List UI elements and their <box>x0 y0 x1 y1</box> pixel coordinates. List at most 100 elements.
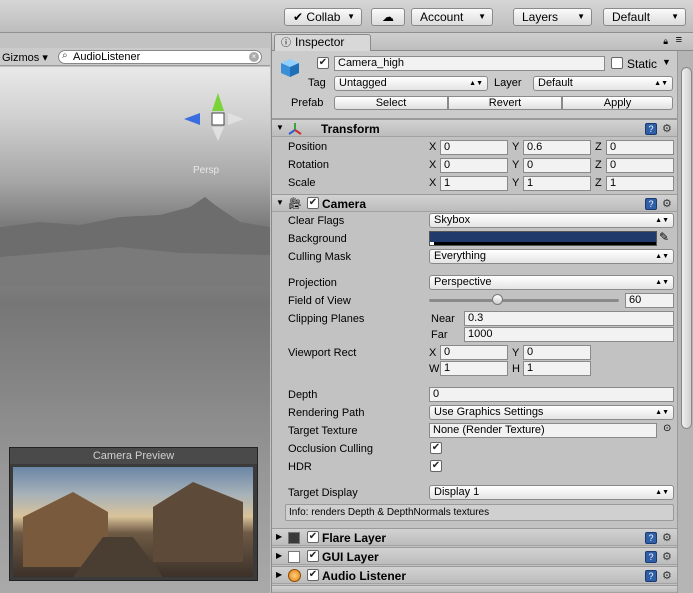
foldout-icon[interactable]: ▼ <box>276 123 284 132</box>
account-dropdown[interactable]: Account ▼ <box>411 8 493 26</box>
gear-icon[interactable]: ⚙ <box>662 550 672 563</box>
help-icon[interactable]: ? <box>645 123 657 135</box>
gui-layer-header[interactable]: ▶ ✔ GUI Layer ? ⚙ <box>272 547 677 565</box>
culling-mask-dropdown[interactable]: Everything ▲▼ <box>429 249 674 264</box>
rendering-path-dropdown[interactable]: Use Graphics Settings ▲▼ <box>429 405 674 420</box>
layout-label: Default <box>612 10 651 24</box>
perspective-label[interactable]: Persp <box>193 165 219 176</box>
position-x-field[interactable]: 0 <box>440 140 508 155</box>
gizmos-dropdown[interactable]: Gizmos ▾ <box>2 51 48 64</box>
gizmos-label: Gizmos <box>2 52 40 64</box>
scene-search-input[interactable]: ⌕ AudioListener × <box>58 50 262 64</box>
background-color-swatch[interactable] <box>429 231 657 246</box>
target-display-dropdown[interactable]: Display 1 ▲▼ <box>429 485 674 500</box>
scale-z-field[interactable]: 1 <box>606 176 674 191</box>
static-checkbox[interactable] <box>611 57 623 69</box>
eyedropper-icon[interactable]: ✎ <box>659 230 669 244</box>
hdr-checkbox[interactable]: ✔ <box>430 460 442 472</box>
far-clip-field[interactable]: 1000 <box>464 327 674 342</box>
dropdown-arrows-icon: ▲▼ <box>469 80 483 87</box>
clear-flags-dropdown[interactable]: Skybox ▲▼ <box>429 213 674 228</box>
fov-field[interactable]: 60 <box>625 293 674 308</box>
projection-dropdown[interactable]: Perspective ▲▼ <box>429 275 674 290</box>
prefab-select-button[interactable]: Select <box>334 96 448 110</box>
depth-field[interactable]: 0 <box>429 387 674 402</box>
layout-dropdown[interactable]: Default ▼ <box>603 8 686 26</box>
rotation-label: Rotation <box>288 159 329 171</box>
rotation-x-field[interactable]: 0 <box>440 158 508 173</box>
static-label: Static <box>627 57 658 71</box>
camera-enabled-checkbox[interactable]: ✔ <box>307 197 319 209</box>
prefab-revert-button[interactable]: Revert <box>448 96 562 110</box>
prefab-apply-button[interactable]: Apply <box>562 96 673 110</box>
help-icon[interactable]: ? <box>645 570 657 582</box>
active-checkbox[interactable]: ✔ <box>317 57 329 69</box>
audio-listener-icon <box>288 569 301 582</box>
viewport-y-field[interactable]: 0 <box>523 345 591 360</box>
scale-x-field[interactable]: 1 <box>440 176 508 191</box>
viewport-h-field[interactable]: 1 <box>523 361 591 376</box>
gear-icon[interactable]: ⚙ <box>662 569 672 582</box>
near-clip-field[interactable]: 0.3 <box>464 311 674 326</box>
audio-listener-checkbox[interactable]: ✔ <box>307 569 319 581</box>
z-axis-label: Z <box>595 159 602 171</box>
object-name-field[interactable]: Camera_high <box>334 56 605 71</box>
tab-inspector[interactable]: ⓘ Inspector <box>274 34 371 51</box>
camera-header[interactable]: ▼ 🎥︎ ✔ Camera ? ⚙ <box>272 194 677 212</box>
next-component-header[interactable] <box>272 585 677 593</box>
scene-gizmo-icon[interactable] <box>178 81 248 151</box>
panel-menu-icon[interactable]: ≡ <box>676 34 682 46</box>
flare-layer-icon <box>288 532 300 544</box>
scene-viewport[interactable]: Persp Camera Preview <box>0 67 270 593</box>
clear-flags-label: Clear Flags <box>288 215 345 227</box>
occlusion-culling-checkbox[interactable]: ✔ <box>430 442 442 454</box>
cloud-button[interactable]: ☁ <box>371 8 405 26</box>
foldout-icon[interactable]: ▶ <box>276 551 282 560</box>
object-picker-icon[interactable]: ⊙ <box>663 423 671 434</box>
help-icon[interactable]: ? <box>645 198 657 210</box>
help-icon[interactable]: ? <box>645 532 657 544</box>
foldout-icon[interactable]: ▶ <box>276 570 282 579</box>
clipping-planes-label: Clipping Planes <box>288 313 365 325</box>
lock-icon[interactable]: 🔒︎ <box>663 36 668 47</box>
flare-layer-header[interactable]: ▶ ✔ Flare Layer ? ⚙ <box>272 528 677 546</box>
foldout-icon[interactable]: ▶ <box>276 532 282 541</box>
scrollbar-thumb[interactable] <box>681 67 692 429</box>
viewport-x-field[interactable]: 0 <box>440 345 508 360</box>
audio-listener-header[interactable]: ▶ ✔ Audio Listener ? ⚙ <box>272 566 677 584</box>
fov-slider-thumb[interactable] <box>492 294 504 305</box>
gui-layer-checkbox[interactable]: ✔ <box>307 550 319 562</box>
rotation-z-field[interactable]: 0 <box>606 158 674 173</box>
flare-layer-checkbox[interactable]: ✔ <box>307 531 319 543</box>
position-z-field[interactable]: 0 <box>606 140 674 155</box>
scale-y-field[interactable]: 1 <box>523 176 591 191</box>
position-y-field[interactable]: 0.6 <box>523 140 591 155</box>
layers-label: Layers <box>522 10 559 24</box>
foldout-icon[interactable]: ▼ <box>276 198 284 207</box>
gear-icon[interactable]: ⚙ <box>662 122 672 135</box>
transform-header[interactable]: ▼ Transform ? ⚙ <box>272 119 677 137</box>
layers-dropdown[interactable]: Layers ▼ <box>513 8 592 26</box>
tag-dropdown[interactable]: Untagged ▲▼ <box>334 76 488 91</box>
x-axis-label: X <box>429 347 437 359</box>
transform-body: Position X 0 Y 0.6 Z 0 Rotation X 0 Y 0 … <box>272 137 677 193</box>
inspector-panel: ⓘ Inspector 🔒︎ ≡ ✔ Camera_high Static ▼ T… <box>271 33 693 593</box>
gear-icon[interactable]: ⚙ <box>662 197 672 210</box>
chevron-down-icon[interactable]: ▼ <box>662 57 671 67</box>
clear-search-icon[interactable]: × <box>249 52 259 62</box>
x-axis-label: X <box>429 159 437 171</box>
account-label: Account <box>420 10 464 24</box>
target-texture-field[interactable]: None (Render Texture) <box>429 423 657 438</box>
fov-slider-track[interactable] <box>429 299 619 302</box>
rotation-y-field[interactable]: 0 <box>523 158 591 173</box>
y-axis-label: Y <box>512 159 520 171</box>
viewport-w-field[interactable]: 1 <box>440 361 508 376</box>
collab-button[interactable]: ✔ Collab ▼ <box>284 8 362 26</box>
inspector-scrollbar[interactable] <box>677 51 693 593</box>
help-icon[interactable]: ? <box>645 551 657 563</box>
gui-layer-title: GUI Layer <box>322 550 379 564</box>
layer-dropdown[interactable]: Default ▲▼ <box>533 76 673 91</box>
gear-icon[interactable]: ⚙ <box>662 531 672 544</box>
camera-preview-image <box>13 467 253 577</box>
search-value: AudioListener <box>73 51 141 63</box>
